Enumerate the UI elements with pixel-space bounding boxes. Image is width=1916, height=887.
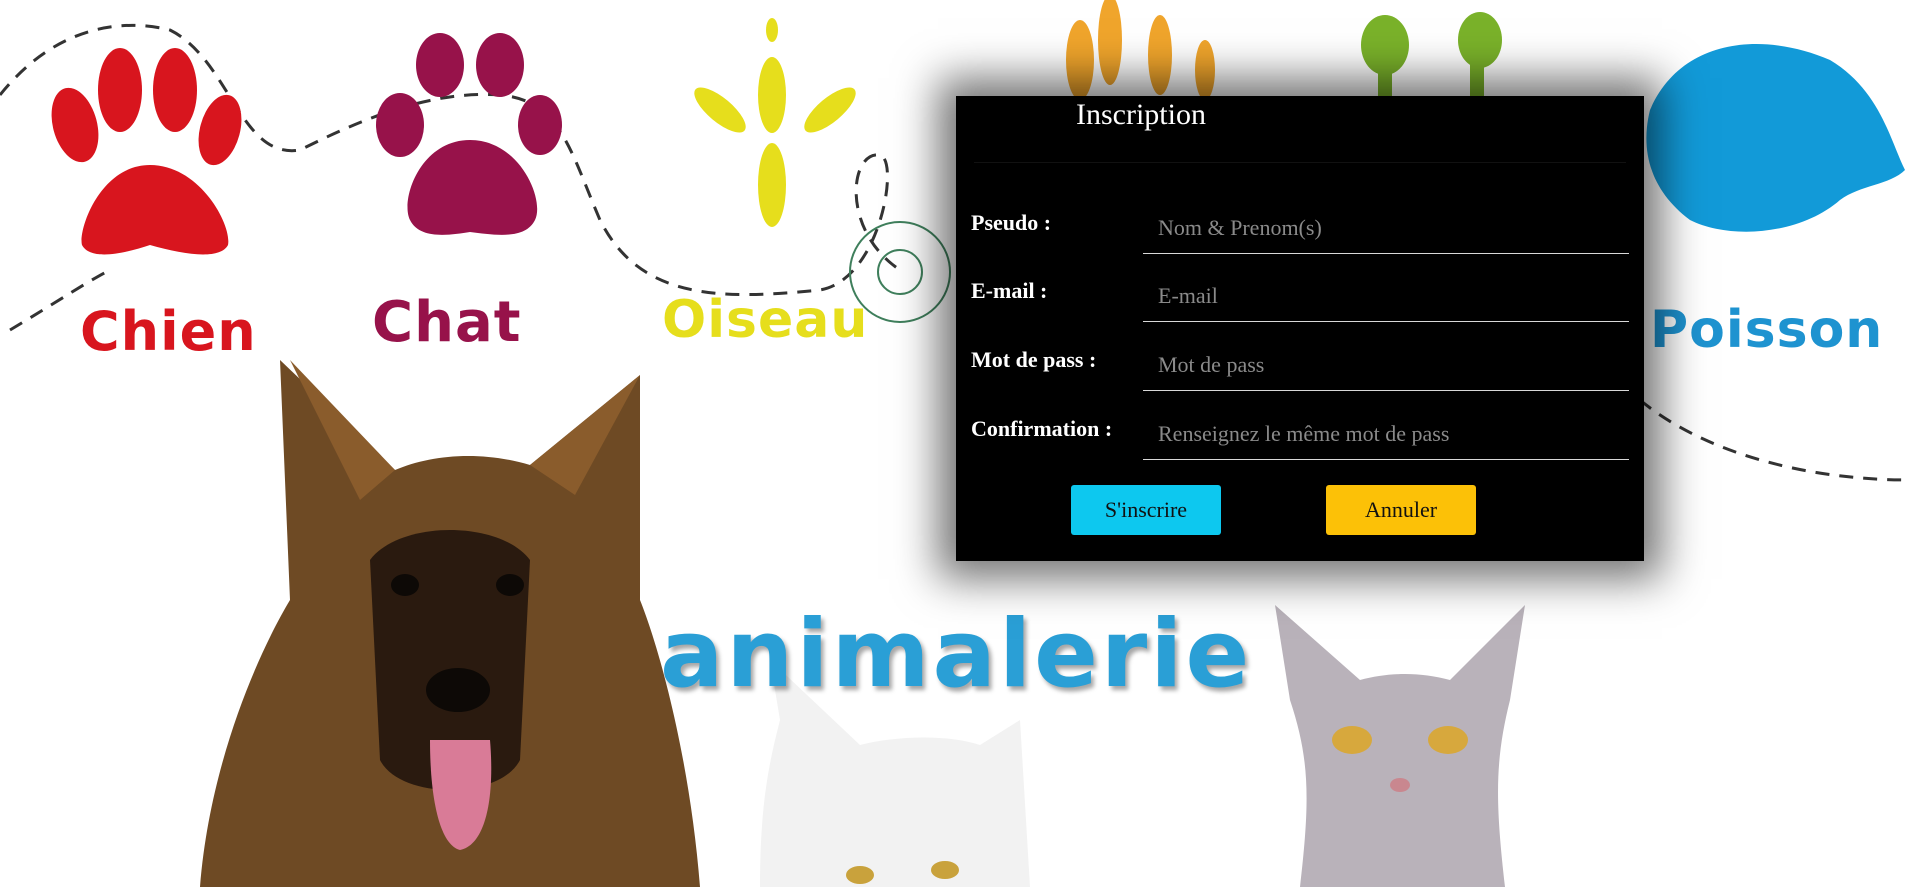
password-row: Mot de pass : — [971, 339, 1629, 399]
dog-paw-icon — [51, 48, 242, 255]
password-label: Mot de pass : — [971, 347, 1097, 372]
signup-button[interactable]: S'inscrire — [1071, 485, 1221, 535]
confirmation-label: Confirmation : — [971, 416, 1113, 441]
confirmation-input[interactable] — [1143, 408, 1629, 460]
chien-label: Chien — [80, 300, 257, 363]
modal-divider — [974, 162, 1626, 163]
modal-title: Inscription — [1076, 98, 1206, 131]
email-label: E-mail : — [971, 278, 1048, 303]
oiseau-label: Oiseau — [662, 290, 869, 350]
brand-logo-text: animalerie — [660, 600, 1253, 709]
cat-paw-icon — [376, 33, 562, 235]
password-input[interactable] — [1143, 339, 1629, 391]
bird-foot-icon — [694, 18, 856, 227]
confirmation-row: Confirmation : — [971, 408, 1629, 468]
sphynx-cat-illustration — [1275, 605, 1525, 887]
pseudo-input[interactable] — [1143, 202, 1629, 254]
chat-label: Chat — [372, 290, 522, 355]
poisson-label: Poisson — [1650, 300, 1884, 360]
cancel-button[interactable]: Annuler — [1326, 485, 1476, 535]
fish-icon — [1646, 44, 1905, 232]
email-row: E-mail : — [971, 270, 1629, 330]
orange-paw-icon — [1066, 0, 1215, 100]
green-leaf-icon — [1361, 12, 1502, 100]
pseudo-row: Pseudo : — [971, 202, 1629, 262]
pseudo-label: Pseudo : — [971, 210, 1052, 235]
email-input[interactable] — [1143, 270, 1629, 322]
dog-illustration — [200, 360, 700, 887]
